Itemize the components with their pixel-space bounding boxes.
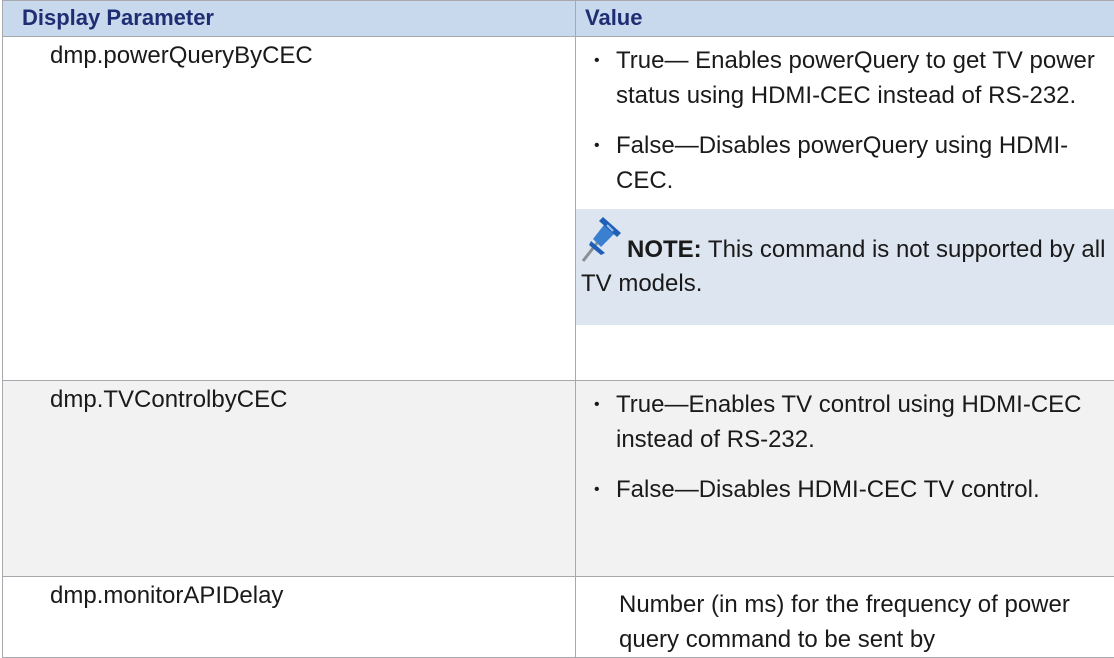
bullet-icon: • [594, 128, 600, 163]
param-name: dmp.TVControlbyCEC [3, 381, 576, 577]
header-value: Value [576, 1, 1114, 37]
list-item: • True—Enables TV control using HDMI-CEC … [576, 387, 1114, 457]
value-cell: • True— Enables powerQuery to get TV powe… [576, 37, 1114, 381]
list-item: • False—Disables HDMI-CEC TV control. [576, 472, 1114, 507]
list-item-text: False—Disables powerQuery using HDMI-CEC… [616, 132, 1068, 194]
list-item-text: True— Enables powerQuery to get TV power… [616, 47, 1095, 109]
note-label: NOTE: [627, 236, 702, 263]
table-row: dmp.TVControlbyCEC • True—Enables TV cont… [3, 381, 1114, 577]
parameter-table: Display Parameter Value dmp.powerQueryBy… [2, 0, 1114, 658]
note-callout: NOTE: This command is not supported by a… [576, 209, 1114, 325]
list-item: • True— Enables powerQuery to get TV powe… [576, 43, 1114, 113]
table-header-row: Display Parameter Value [3, 1, 1114, 37]
value-cell: Number (in ms) for the frequency of powe… [576, 577, 1114, 658]
param-name: dmp.monitorAPIDelay [3, 577, 576, 658]
bullet-icon: • [594, 43, 600, 78]
param-name: dmp.powerQueryByCEC [3, 37, 576, 381]
bullet-icon: • [594, 387, 600, 422]
value-list: • True—Enables TV control using HDMI-CEC … [576, 387, 1114, 507]
header-display-parameter: Display Parameter [3, 1, 576, 37]
bullet-icon: • [594, 472, 600, 507]
list-item-text: True—Enables TV control using HDMI-CEC i… [616, 391, 1082, 453]
value-cell: • True—Enables TV control using HDMI-CEC … [576, 381, 1114, 577]
table-row: dmp.monitorAPIDelay Number (in ms) for t… [3, 577, 1114, 658]
value-list: • True— Enables powerQuery to get TV powe… [576, 43, 1114, 198]
list-item: • False—Disables powerQuery using HDMI-CE… [576, 128, 1114, 198]
list-item-text: False—Disables HDMI-CEC TV control. [616, 476, 1040, 503]
pushpin-icon [581, 213, 621, 263]
value-text: Number (in ms) for the frequency of powe… [576, 583, 1114, 657]
table-row: dmp.powerQueryByCEC • True— Enables power… [3, 37, 1114, 381]
